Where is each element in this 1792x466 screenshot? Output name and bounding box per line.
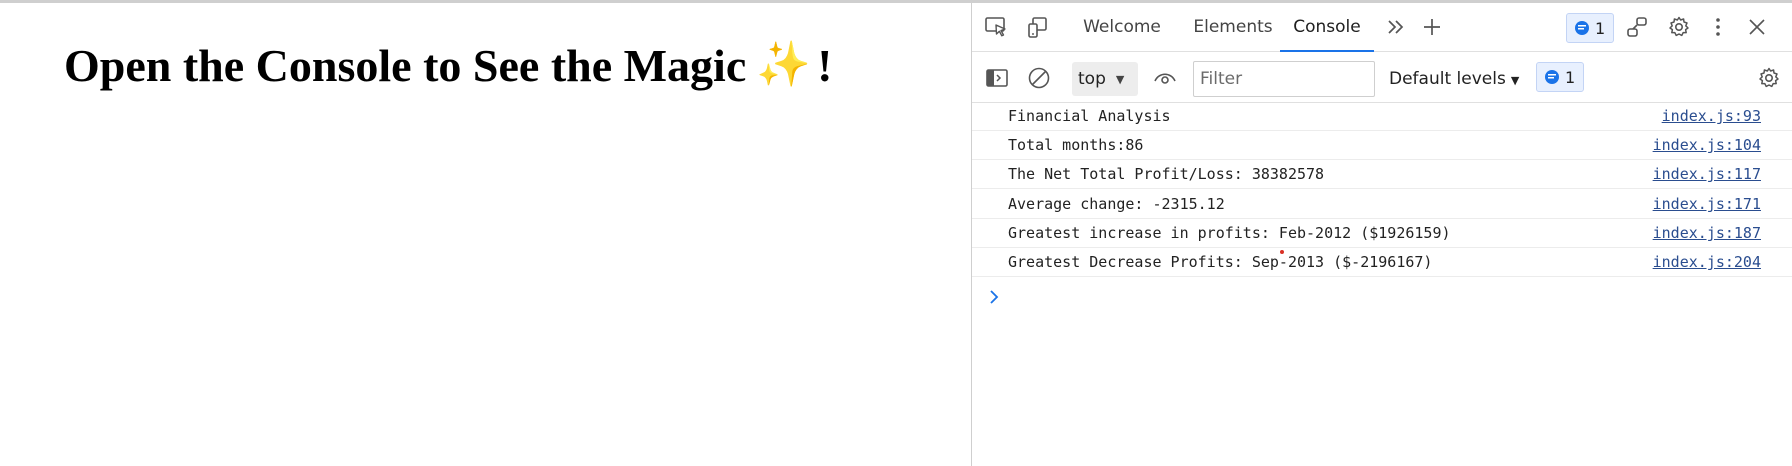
- inspect-element-icon[interactable]: [980, 13, 1012, 41]
- messages-badge[interactable]: 1: [1536, 62, 1585, 92]
- messages-count: 1: [1565, 67, 1576, 87]
- devtools-panel: Welcome Elements Console 1 top ▼ Filter …: [971, 3, 1792, 466]
- console-message-row: Average change: -2315.12 index.js:171: [972, 191, 1792, 219]
- source-link[interactable]: index.js:171: [1653, 195, 1761, 213]
- chevron-down-icon: ▼: [1115, 72, 1125, 86]
- console-message-row: Financial Analysis index.js:93: [972, 103, 1792, 131]
- console-message-text: Average change: -2315.12: [1008, 195, 1225, 213]
- console-message-text: Greatest increase in profits: Feb-2012 (…: [1008, 224, 1451, 242]
- heading-exclamation: !: [817, 40, 833, 91]
- console-message-row: Greatest Decrease Profits: Sep-2013 ($-2…: [972, 249, 1792, 277]
- chevron-down-icon: ▼: [1510, 74, 1520, 87]
- live-expression-eye-icon[interactable]: [1150, 65, 1180, 91]
- filter-input[interactable]: [1193, 61, 1375, 97]
- message-icon: [1545, 70, 1559, 84]
- source-link[interactable]: index.js:204: [1653, 253, 1761, 271]
- log-levels-dropdown[interactable]: Default levels ▼: [1389, 62, 1519, 96]
- javascript-context-select[interactable]: top ▼: [1072, 62, 1138, 96]
- performance-insights-icon[interactable]: [1622, 13, 1652, 41]
- source-link[interactable]: index.js:93: [1662, 107, 1761, 125]
- console-message-text: Total months:86: [1008, 136, 1144, 154]
- clear-console-icon[interactable]: [1024, 63, 1054, 93]
- console-output: Financial Analysis index.js:93 Total mon…: [972, 103, 1792, 466]
- more-options-icon[interactable]: [1706, 13, 1730, 41]
- source-link[interactable]: index.js:104: [1653, 136, 1761, 154]
- close-devtools-icon[interactable]: [1742, 13, 1772, 41]
- console-toolbar: top ▼ Default levels ▼ 1: [972, 52, 1792, 103]
- page-viewport: Open the Console to See the Magic ✨!: [0, 3, 971, 466]
- source-link[interactable]: index.js:187: [1653, 224, 1761, 242]
- devtools-tabbar: Welcome Elements Console 1: [972, 3, 1792, 52]
- levels-label: Default levels: [1389, 69, 1506, 89]
- issues-badge[interactable]: 1: [1566, 13, 1615, 43]
- sparkles-icon: ✨: [756, 39, 812, 90]
- console-message-row: Greatest increase in profits: Feb-2012 (…: [972, 220, 1792, 248]
- console-settings-gear-icon[interactable]: [1754, 64, 1784, 92]
- tab-console[interactable]: Console: [1280, 3, 1374, 52]
- issues-count: 1: [1595, 18, 1606, 38]
- tab-welcome[interactable]: Welcome: [1068, 3, 1176, 51]
- source-link[interactable]: index.js:117: [1653, 165, 1761, 183]
- console-message-text: The Net Total Profit/Loss: 38382578: [1008, 165, 1325, 183]
- show-sidebar-icon[interactable]: [982, 64, 1012, 92]
- cursor-dot: [1280, 250, 1284, 254]
- console-message-row: The Net Total Profit/Loss: 38382578 inde…: [972, 161, 1792, 189]
- page-heading: Open the Console to See the Magic ✨!: [64, 43, 832, 89]
- console-message-text: Greatest Decrease Profits: Sep-2013 ($-2…: [1008, 253, 1433, 271]
- device-emulation-icon[interactable]: [1022, 13, 1054, 41]
- console-prompt-chevron-icon[interactable]: [988, 289, 1000, 309]
- console-message-row: Total months:86 index.js:104: [972, 132, 1792, 160]
- heading-text: Open the Console to See the Magic: [64, 40, 747, 91]
- settings-gear-icon[interactable]: [1664, 13, 1694, 41]
- add-tab-icon[interactable]: [1418, 15, 1446, 39]
- message-icon: [1575, 21, 1589, 35]
- context-value: top: [1078, 69, 1106, 89]
- console-message-text: Financial Analysis: [1008, 107, 1171, 125]
- tab-elements[interactable]: Elements: [1186, 3, 1280, 51]
- more-tabs-icon[interactable]: [1382, 15, 1410, 39]
